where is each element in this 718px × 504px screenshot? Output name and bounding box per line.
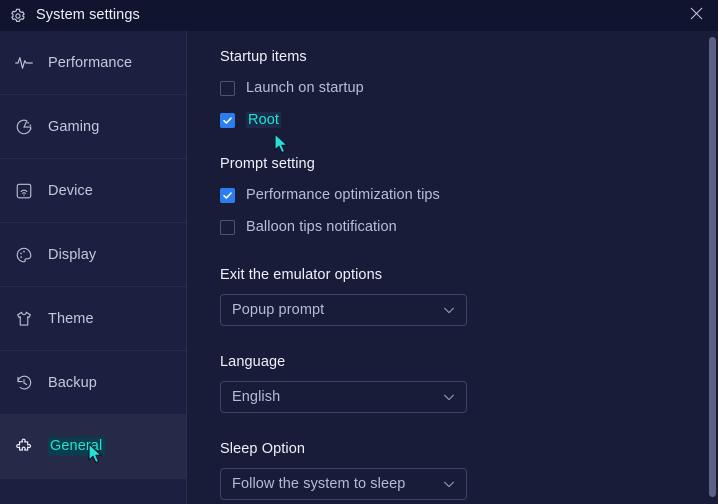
sidebar: Performance Gaming Device Display Theme … (0, 31, 187, 504)
sidebar-item-label: General (48, 437, 106, 456)
sidebar-item-label: Theme (48, 310, 94, 327)
chevron-down-icon (442, 390, 456, 404)
dropdown-value: English (232, 389, 281, 405)
check-icon (223, 191, 232, 199)
checkbox-balloon-tips-notification[interactable] (220, 219, 235, 235)
check-icon (223, 116, 232, 124)
window-title: System settings (36, 7, 140, 23)
device-icon (13, 180, 35, 202)
chevron-down-icon (442, 477, 456, 491)
history-icon (13, 372, 35, 394)
sidebar-item-gaming[interactable]: Gaming (0, 95, 186, 159)
sidebar-item-label: Device (48, 182, 93, 199)
checkbox-performance-optimization-tips[interactable] (220, 187, 235, 203)
checkbox-label: Balloon tips notification (246, 219, 397, 235)
dropdown-value: Follow the system to sleep (232, 476, 406, 492)
checkbox-label: Root (246, 112, 282, 128)
sidebar-item-label: Performance (48, 54, 133, 71)
checkbox-row-root[interactable]: Root (220, 108, 718, 132)
checkbox-label: Performance optimization tips (246, 187, 440, 203)
checkbox-label: Launch on startup (246, 80, 364, 96)
gamepad-icon (13, 116, 35, 138)
language-heading: Language (220, 354, 286, 370)
close-icon (690, 7, 703, 25)
puzzle-icon (13, 436, 35, 458)
dropdown-value: Popup prompt (232, 302, 325, 318)
close-button[interactable] (674, 0, 718, 31)
palette-icon (13, 244, 35, 266)
system-settings-window: System settings Performance Gaming Devic… (0, 0, 718, 504)
vertical-scrollbar-track[interactable] (707, 31, 718, 504)
gear-icon (9, 7, 27, 25)
exit-emulator-options-heading: Exit the emulator options (220, 267, 383, 283)
prompt-setting-heading: Prompt setting (220, 156, 315, 172)
dropdown-exit-emulator-options[interactable]: Popup prompt (220, 294, 467, 326)
checkbox-row-launch-on-startup[interactable]: Launch on startup (220, 76, 718, 100)
sidebar-item-performance[interactable]: Performance (0, 31, 186, 95)
checkbox-launch-on-startup[interactable] (220, 80, 235, 96)
checkbox-row-performance-optimization-tips[interactable]: Performance optimization tips (220, 183, 718, 207)
dropdown-sleep-option[interactable]: Follow the system to sleep (220, 468, 467, 500)
sleep-option-heading: Sleep Option (220, 441, 306, 457)
settings-content: Startup items Launch on startup Root Pro… (188, 31, 718, 504)
sidebar-item-label: Backup (48, 374, 97, 391)
vertical-scrollbar-thumb[interactable] (709, 37, 716, 497)
chevron-down-icon (442, 303, 456, 317)
sidebar-item-device[interactable]: Device (0, 159, 186, 223)
sidebar-item-display[interactable]: Display (0, 223, 186, 287)
title-bar: System settings (0, 0, 718, 31)
sidebar-item-general[interactable]: General (0, 415, 186, 479)
checkbox-root[interactable] (220, 112, 235, 128)
sidebar-item-theme[interactable]: Theme (0, 287, 186, 351)
startup-items-heading: Startup items (220, 49, 307, 65)
sidebar-item-label: Display (48, 246, 97, 263)
checkbox-row-balloon-tips-notification[interactable]: Balloon tips notification (220, 215, 718, 239)
dropdown-language[interactable]: English (220, 381, 467, 413)
sidebar-item-label: Gaming (48, 118, 100, 135)
shirt-icon (13, 308, 35, 330)
pulse-icon (13, 52, 35, 74)
sidebar-item-backup[interactable]: Backup (0, 351, 186, 415)
